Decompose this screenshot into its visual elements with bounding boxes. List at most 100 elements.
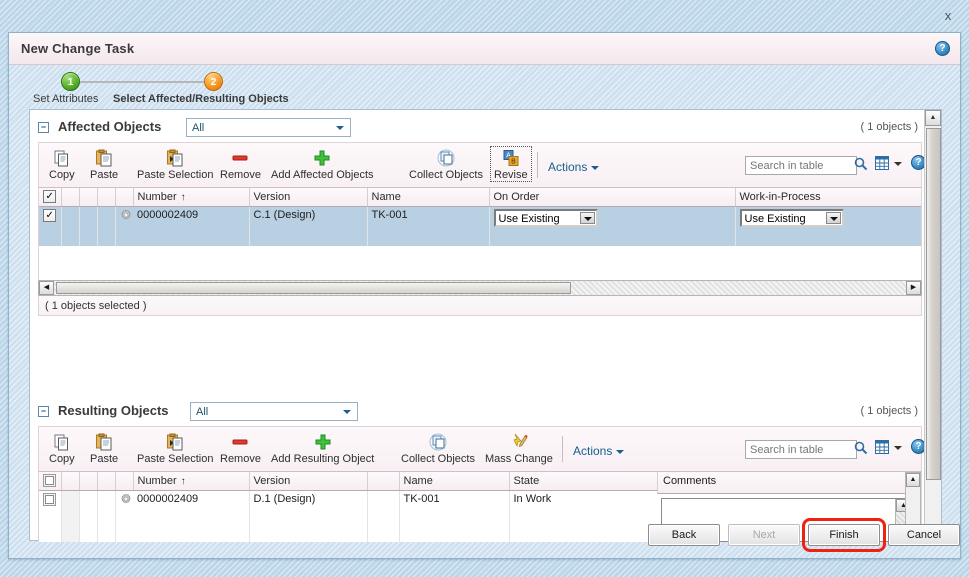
resulting-column-name[interactable]: Name xyxy=(399,472,509,490)
affected-search-field[interactable] xyxy=(746,157,856,174)
resulting-search-input[interactable] xyxy=(745,440,857,459)
resulting-paste-selection-button[interactable]: Paste Selection xyxy=(133,430,217,465)
affected-select-all-header[interactable]: ✓ xyxy=(39,188,61,206)
resulting-column-version[interactable]: Version xyxy=(249,472,367,490)
work-in-process-select[interactable]: Use Existing xyxy=(740,209,844,227)
affected-column-name[interactable]: Name xyxy=(367,188,489,206)
resulting-select-all-header[interactable] xyxy=(39,472,61,490)
affected-actions-menu[interactable]: Actions xyxy=(548,160,599,174)
resulting-copy-label: Copy xyxy=(49,453,75,465)
affected-paste-button[interactable]: Paste xyxy=(86,146,122,181)
affected-column-version[interactable]: Version xyxy=(249,188,367,206)
affected-search-input[interactable] xyxy=(745,156,857,175)
table-view-chevron-down-icon[interactable] xyxy=(894,162,902,166)
table-view-chevron-down-icon[interactable] xyxy=(894,446,902,450)
table-view-icon[interactable] xyxy=(875,156,889,170)
affected-cell-number[interactable]: 0000002409 xyxy=(133,206,249,246)
affected-filter-dropdown[interactable]: All xyxy=(186,118,351,137)
scroll-left-icon[interactable]: ◀ xyxy=(39,281,54,295)
add-resulting-object-button[interactable]: Add Resulting Object xyxy=(267,430,378,465)
affected-column-on-order[interactable]: On Order xyxy=(489,188,735,206)
resulting-column-comments[interactable]: Comments xyxy=(657,472,905,494)
resulting-search-field[interactable] xyxy=(746,441,856,458)
resulting-object-count: ( 1 objects ) xyxy=(861,405,918,417)
revise-icon: AB xyxy=(494,148,528,168)
table-row[interactable]: ✓ 0000002409 C.1 (Design) xyxy=(39,206,921,246)
resulting-paste-selection-label: Paste Selection xyxy=(137,453,213,465)
mass-change-button[interactable]: Mass Change xyxy=(481,430,557,465)
on-order-chevron-down-icon[interactable] xyxy=(580,212,595,224)
cancel-button[interactable]: Cancel xyxy=(888,524,960,546)
finish-button[interactable]: Finish xyxy=(808,524,880,546)
paste-selection-icon xyxy=(137,432,213,452)
scroll-up-icon[interactable]: ▲ xyxy=(925,110,941,126)
wizard-step-indicator: 1 2 Set Attributes Select Affected/Resul… xyxy=(9,65,960,109)
affected-column-number[interactable]: Number↑ xyxy=(133,188,249,206)
resulting-filter-dropdown[interactable]: All xyxy=(190,402,358,421)
wizard-step-2-bubble[interactable]: 2 xyxy=(204,72,223,91)
affected-copy-button[interactable]: Copy xyxy=(45,146,79,181)
affected-hscroll-thumb[interactable] xyxy=(56,282,571,294)
affected-row-type-icon-cell xyxy=(115,206,133,246)
resulting-remove-button[interactable]: Remove xyxy=(216,430,265,465)
wizard-step-2-label[interactable]: Select Affected/Resulting Objects xyxy=(113,93,289,105)
affected-remove-button[interactable]: Remove xyxy=(216,146,265,181)
add-affected-objects-button[interactable]: Add Affected Objects xyxy=(267,146,378,181)
affected-horizontal-scrollbar[interactable]: ◀ ▶ xyxy=(38,280,922,296)
affected-table-empty-space xyxy=(39,246,921,280)
resulting-column-number[interactable]: Number↑ xyxy=(133,472,249,490)
panel-scroll-thumb[interactable] xyxy=(926,128,941,480)
resulting-paste-button[interactable]: Paste xyxy=(86,430,122,465)
panel-vertical-scrollbar[interactable]: ▲ ▼ xyxy=(924,110,941,540)
resulting-copy-button[interactable]: Copy xyxy=(45,430,79,465)
resulting-collapse-toggle[interactable]: − xyxy=(38,406,49,417)
affected-column-work-in-process[interactable]: Work-in-Process xyxy=(735,188,921,206)
affected-header-spacer-3 xyxy=(97,188,115,206)
window-close-button[interactable]: x xyxy=(940,8,956,24)
affected-objects-section: − Affected Objects All ( 1 objects ) Cop… xyxy=(38,116,922,316)
select-all-checkbox[interactable]: ✓ xyxy=(43,190,56,203)
help-icon[interactable]: ? xyxy=(935,41,950,56)
paste-icon xyxy=(90,148,118,168)
affected-collapse-toggle[interactable]: − xyxy=(38,122,49,133)
collect-objects-icon xyxy=(401,432,475,452)
resulting-collect-objects-button[interactable]: Collect Objects xyxy=(397,430,479,465)
affected-column-number-label: Number xyxy=(138,191,177,203)
search-icon[interactable] xyxy=(851,439,871,459)
affected-row-spacer-1 xyxy=(61,206,79,246)
affected-row-checkbox-cell[interactable]: ✓ xyxy=(39,206,61,246)
affected-cell-name: TK-001 xyxy=(367,206,489,246)
affected-collect-objects-button[interactable]: Collect Objects xyxy=(405,146,487,181)
search-icon[interactable] xyxy=(851,155,871,175)
resulting-header-spacer-3 xyxy=(97,472,115,490)
on-order-select[interactable]: Use Existing xyxy=(494,209,598,227)
wizard-step-1-bubble[interactable]: 1 xyxy=(61,72,80,91)
affected-header-spacer-1 xyxy=(61,188,79,206)
add-affected-objects-label: Add Affected Objects xyxy=(271,169,374,181)
mass-change-label: Mass Change xyxy=(485,453,553,465)
next-button: Next xyxy=(728,524,800,546)
row-select-checkbox[interactable] xyxy=(43,493,56,506)
affected-cell-on-order[interactable]: Use Existing xyxy=(489,206,735,246)
affected-cell-work-in-process[interactable]: Use Existing xyxy=(735,206,921,246)
resulting-paste-label: Paste xyxy=(90,453,118,465)
revise-button[interactable]: AB Revise xyxy=(490,146,532,182)
resulting-actions-menu[interactable]: Actions xyxy=(573,444,624,458)
affected-paste-selection-button[interactable]: Paste Selection xyxy=(133,146,217,181)
wizard-step-1-label[interactable]: Set Attributes xyxy=(33,93,98,105)
scroll-right-icon[interactable]: ▶ xyxy=(906,281,921,295)
table-view-icon[interactable] xyxy=(875,440,889,454)
back-button[interactable]: Back xyxy=(648,524,720,546)
affected-objects-table: ✓ Number↑ Version Name On Order xyxy=(39,188,921,246)
affected-selection-status: ( 1 objects selected ) xyxy=(45,300,147,312)
select-all-checkbox[interactable] xyxy=(43,474,56,487)
new-change-task-dialog: New Change Task ? 1 2 Set Attributes Sel… xyxy=(8,32,961,559)
gear-icon xyxy=(120,493,132,505)
scroll-up-icon[interactable]: ▲ xyxy=(906,473,920,487)
add-icon xyxy=(271,148,374,168)
work-in-process-chevron-down-icon[interactable] xyxy=(826,212,841,224)
row-select-checkbox[interactable]: ✓ xyxy=(43,209,56,222)
work-in-process-value: Use Existing xyxy=(745,213,806,225)
chevron-down-icon xyxy=(591,166,599,170)
copy-icon xyxy=(49,148,75,168)
